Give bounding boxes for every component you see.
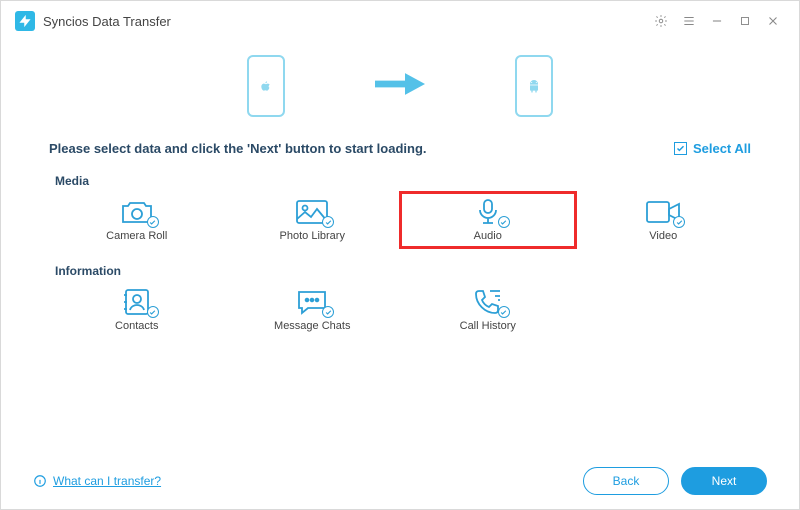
back-button[interactable]: Back (583, 467, 669, 495)
item-label: Camera Roll (106, 230, 167, 242)
check-icon (147, 216, 159, 228)
menu-icon (682, 14, 696, 28)
item-camera-roll[interactable]: Camera Roll (49, 192, 225, 248)
item-call-history[interactable]: Call History (400, 282, 576, 338)
title-bar: Syncios Data Transfer (1, 1, 799, 41)
transfer-diagram (1, 41, 799, 131)
app-title: Syncios Data Transfer (43, 14, 171, 29)
check-icon (673, 216, 685, 228)
item-message-chats[interactable]: Message Chats (225, 282, 401, 338)
settings-button[interactable] (649, 9, 673, 33)
item-label: Call History (460, 320, 516, 332)
select-all-toggle[interactable]: Select All (674, 141, 751, 156)
check-icon (147, 306, 159, 318)
section-title-media: Media (55, 174, 751, 188)
select-all-label: Select All (693, 141, 751, 156)
section-title-information: Information (55, 264, 751, 278)
source-device (247, 55, 285, 117)
instruction-text: Please select data and click the 'Next' … (49, 141, 674, 156)
menu-button[interactable] (677, 9, 701, 33)
instruction-row: Please select data and click the 'Next' … (1, 131, 799, 158)
minimize-icon (710, 14, 724, 28)
next-button[interactable]: Next (681, 467, 767, 495)
maximize-icon (738, 14, 752, 28)
close-icon (766, 14, 780, 28)
item-audio[interactable]: Audio (400, 192, 576, 248)
gear-icon (654, 14, 668, 28)
maximize-button[interactable] (733, 9, 757, 33)
item-contacts[interactable]: Contacts (49, 282, 225, 338)
close-button[interactable] (761, 9, 785, 33)
check-icon (498, 216, 510, 228)
check-icon (498, 306, 510, 318)
apple-icon (258, 78, 274, 94)
android-icon (526, 78, 542, 94)
arrow-icon (375, 71, 425, 102)
checkbox-icon (674, 142, 687, 155)
item-video[interactable]: Video (576, 192, 752, 248)
item-photo-library[interactable]: Photo Library (225, 192, 401, 248)
check-icon (322, 306, 334, 318)
info-icon (33, 474, 47, 488)
item-label: Video (649, 230, 677, 242)
item-label: Photo Library (280, 230, 345, 242)
help-label: What can I transfer? (53, 474, 161, 488)
footer: What can I transfer? Back Next (1, 453, 799, 509)
item-label: Message Chats (274, 320, 350, 332)
check-icon (322, 216, 334, 228)
target-device (515, 55, 553, 117)
section-media: Media Camera Roll Photo Library Audio (1, 158, 799, 248)
item-label: Audio (474, 230, 502, 242)
app-logo-icon (15, 11, 35, 31)
help-link[interactable]: What can I transfer? (33, 474, 161, 488)
item-label: Contacts (115, 320, 158, 332)
minimize-button[interactable] (705, 9, 729, 33)
section-information: Information Contacts Message Chats Call … (1, 248, 799, 338)
